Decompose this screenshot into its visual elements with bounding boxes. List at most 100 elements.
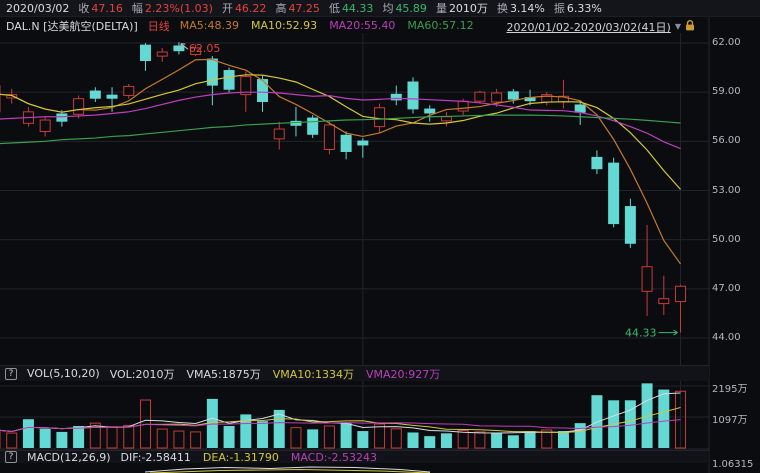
volume-legend-item: VOL:2010万 xyxy=(109,367,175,381)
price-axis-label: 59.00 xyxy=(712,86,741,98)
candle-body xyxy=(290,120,302,126)
candle-body xyxy=(340,134,352,152)
candle-body xyxy=(139,44,151,62)
macd-legend-item: MACD:-2.53243 xyxy=(290,450,377,464)
candle-body xyxy=(257,79,269,103)
volume-bar xyxy=(257,421,269,448)
candle-body xyxy=(307,117,319,135)
stat-label: 低 xyxy=(328,2,340,15)
volume-bar xyxy=(73,425,85,448)
candle-body xyxy=(491,92,503,103)
session-date: 2020/03/02 xyxy=(6,1,70,15)
period-low-label: 44.33 xyxy=(625,327,657,340)
volume-pane-header: ? VOL(5,10,20) VOL:2010万 VMA5:1875万 VMA10:… xyxy=(0,365,709,381)
volume-bar xyxy=(240,414,252,448)
volume-bar xyxy=(173,430,185,449)
volume-axis-label: 1097万 xyxy=(712,415,748,427)
candle-body xyxy=(474,91,486,102)
candle-body xyxy=(424,108,436,114)
candle-body xyxy=(457,100,469,112)
stat-value: 3.14% xyxy=(509,2,545,15)
volume-bar xyxy=(374,423,386,449)
stat-label: 量 xyxy=(435,2,447,15)
candle-body xyxy=(273,128,285,140)
stat-value: 2010万 xyxy=(448,2,488,15)
candle-body xyxy=(374,107,386,128)
candle-body xyxy=(440,116,452,122)
candle-body xyxy=(641,266,653,292)
macd-indicator-title: MACD(12,26,9) xyxy=(27,450,111,464)
stat-label: 收 xyxy=(78,2,90,15)
chevron-down-icon[interactable]: ▼ xyxy=(675,23,681,31)
volume-bar xyxy=(123,424,135,449)
candle-body xyxy=(73,98,85,115)
volume-bar xyxy=(440,433,452,448)
stat-item: 量 2010万 xyxy=(436,0,488,16)
stat-label: 振 xyxy=(553,2,565,15)
help-question-icon[interactable]: ? xyxy=(5,451,17,463)
stat-label: 幅 xyxy=(131,2,143,15)
volume-bar xyxy=(106,426,118,449)
ma5-line xyxy=(0,58,682,265)
volume-bar xyxy=(507,435,519,448)
volume-bar xyxy=(357,431,369,448)
stat-label: 开 xyxy=(221,2,233,15)
macd-legend-item: DEA:-1.31790 xyxy=(202,450,279,464)
symbol-label: DAL.N [达美航空(DELTA)] xyxy=(6,19,138,33)
volume-legend-item: VMA5:1875万 xyxy=(186,367,261,381)
help-question-icon[interactable]: ? xyxy=(5,367,17,380)
price-axis-label: 44.00 xyxy=(712,332,741,343)
volume-legend-item: VMA10:1334万 xyxy=(272,367,355,381)
price-axis-label: 47.00 xyxy=(712,282,741,294)
candle-body xyxy=(658,298,670,305)
candlestick-chart: 62.05 44.33 xyxy=(0,17,710,473)
candle-body xyxy=(574,104,586,113)
macd-axis-label: 1.06315 xyxy=(712,459,754,470)
volume-bar xyxy=(290,427,302,449)
price-axis-label: 53.00 xyxy=(712,184,741,196)
stock-chart-screen: 62.05 44.33 2020/03/02 收 47.16 幅 2.23%(1.03)… xyxy=(0,0,760,473)
stat-value: 47.16 xyxy=(91,2,123,15)
candle-body xyxy=(56,113,68,122)
volume-bar xyxy=(474,431,486,449)
ohlc-summary-bar: 2020/03/02 收 47.16 幅 2.23%(1.03) 开 46.22 高 47.2… xyxy=(0,0,760,17)
volume-bar xyxy=(524,431,536,448)
dea-line xyxy=(149,468,431,473)
candle-body xyxy=(123,85,135,96)
date-range-label[interactable]: 2020/01/02-2020/03/02(41日) xyxy=(506,19,670,35)
price-axis-label: 50.00 xyxy=(712,233,741,245)
lock-icon[interactable] xyxy=(685,20,695,34)
volume-bar xyxy=(89,422,101,449)
period-high-label: 62.05 xyxy=(189,42,221,55)
ma-legend-item: MA20:55.40 xyxy=(329,19,396,32)
volume-bar xyxy=(658,389,670,448)
candle-body xyxy=(89,90,101,99)
volume-axis-label: 2195万 xyxy=(712,384,748,396)
candle-body xyxy=(591,156,603,170)
stat-item: 低 44.33 xyxy=(329,0,374,16)
candle-body xyxy=(608,162,620,225)
ma-legend-item: MA60:57.12 xyxy=(407,19,474,32)
period-tab[interactable]: 日线 xyxy=(148,18,170,34)
ohlc-stats: 收 47.16 幅 2.23%(1.03) 开 46.22 高 47.25 低 44.33 均 45.… xyxy=(78,0,601,16)
candle-body xyxy=(106,94,118,99)
candle-body xyxy=(390,93,402,101)
stat-value: 44.33 xyxy=(341,2,374,15)
macd-pane-header: ? MACD(12,26,9) DIF:-2.58411 DEA:-1.31790… xyxy=(0,450,709,464)
ma-legend-item: MA5:48.39 xyxy=(179,19,239,32)
stat-item: 收 47.16 xyxy=(78,0,123,16)
volume-indicator-title: VOL(5,10,20) xyxy=(27,367,100,380)
volume-bar xyxy=(390,428,402,449)
volume-bar xyxy=(491,433,503,448)
low-arrow-icon xyxy=(658,329,678,336)
candle-body xyxy=(156,51,168,57)
stat-value: 47.25 xyxy=(288,2,320,15)
date-range-selector[interactable]: 2020/01/02-2020/03/02(41日) ▼ xyxy=(506,19,695,35)
stat-item: 高 47.25 xyxy=(275,0,320,16)
volume-bar xyxy=(557,431,569,448)
volume-legend-item: VMA20:927万 xyxy=(366,367,441,381)
volume-bar xyxy=(307,429,319,448)
candle-body xyxy=(323,124,335,151)
volume-bar xyxy=(457,429,469,449)
stat-label: 高 xyxy=(275,2,287,15)
